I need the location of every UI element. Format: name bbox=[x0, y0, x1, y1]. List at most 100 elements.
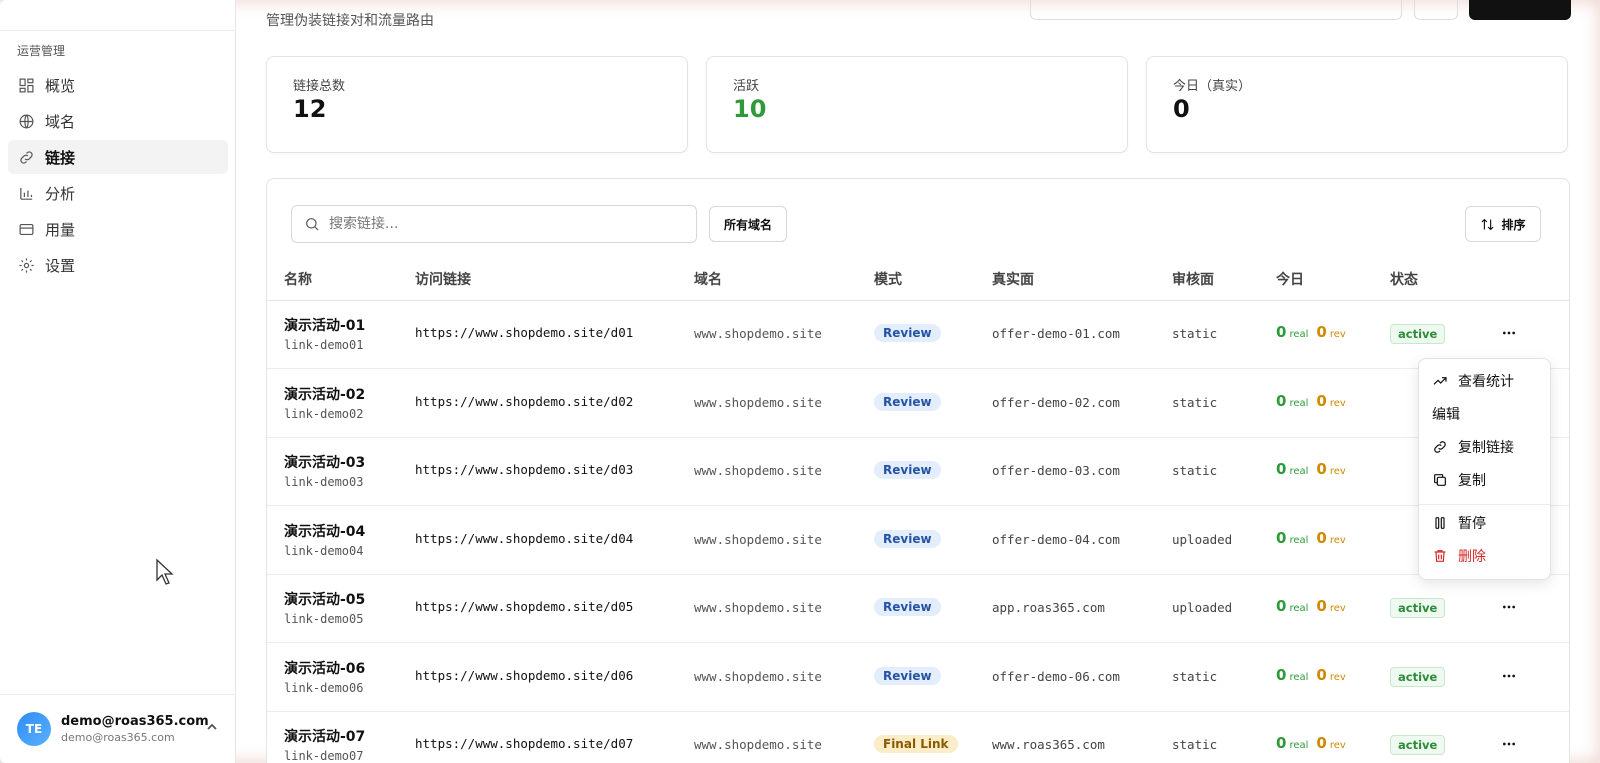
access-url[interactable]: https://www.shopdemo.site/d02 bbox=[415, 394, 633, 409]
real-suffix: real bbox=[1289, 329, 1309, 340]
more-horizontal-icon bbox=[1503, 331, 1515, 335]
access-url[interactable]: https://www.shopdemo.site/d05 bbox=[415, 599, 633, 614]
today-real-count: 0 bbox=[1276, 391, 1287, 410]
review-page: static bbox=[1172, 737, 1218, 752]
header-search-input[interactable] bbox=[1030, 0, 1402, 20]
real-suffix: real bbox=[1289, 603, 1309, 614]
trending-up-icon bbox=[1433, 377, 1447, 385]
stat-value: 10 bbox=[733, 95, 767, 123]
rev-suffix: rev bbox=[1329, 329, 1346, 340]
sidebar-item-links[interactable]: 链接 bbox=[8, 140, 228, 174]
header-primary-button[interactable] bbox=[1469, 0, 1571, 20]
menu-item-edit[interactable]: 编辑 bbox=[1432, 404, 1460, 424]
menu-item-copy-link[interactable]: 复制链接 bbox=[1432, 437, 1514, 457]
real-suffix: real bbox=[1289, 397, 1309, 409]
more-actions-button[interactable] bbox=[1499, 734, 1519, 754]
sidebar-item-domains[interactable]: 域名 bbox=[8, 104, 228, 138]
column-header[interactable]: 审核面 bbox=[1172, 269, 1214, 289]
more-actions-button[interactable] bbox=[1499, 597, 1519, 617]
access-url[interactable]: https://www.shopdemo.site/d07 bbox=[415, 736, 633, 751]
table-row[interactable]: 演示活动-07 link-demo07 https://www.shopdemo.s… bbox=[267, 712, 1569, 763]
user-menu[interactable]: TE demo@roas365.com demo@roas365.com bbox=[0, 694, 236, 763]
menu-item-label: 查看统计 bbox=[1458, 374, 1514, 390]
table-header: 名称 访问链接 域名 模式 真实面 审核面 今日 状态 bbox=[267, 261, 1569, 301]
more-horizontal-icon bbox=[1503, 674, 1515, 677]
sidebar-item-label: 用量 bbox=[45, 220, 76, 239]
real-page: offer-demo-01.com bbox=[992, 326, 1120, 341]
real-page: offer-demo-04.com bbox=[992, 531, 1120, 547]
link-domain: www.shopdemo.site bbox=[694, 463, 822, 478]
mode-badge: Review bbox=[874, 529, 941, 548]
menu-item-label: 暂停 bbox=[1458, 516, 1486, 532]
mouse-cursor-icon bbox=[156, 558, 174, 585]
real-page: www.roas365.com bbox=[992, 737, 1105, 752]
domain-filter-button[interactable]: 所有域名 bbox=[709, 206, 787, 242]
mode-badge: Review bbox=[874, 324, 941, 342]
column-header[interactable]: 访问链接 bbox=[415, 269, 471, 289]
today-counts: 0 real 0 rev bbox=[1276, 597, 1346, 615]
sort-label: 排序 bbox=[1501, 217, 1526, 232]
trash-icon bbox=[1434, 550, 1446, 562]
app-window: 运营管理 概览 域名 链接 分析 用量 设置 TE demo@roas365.c… bbox=[0, 0, 1600, 763]
link-slug: link-demo06 bbox=[284, 680, 364, 695]
real-suffix: real bbox=[1289, 466, 1309, 477]
access-url[interactable]: https://www.shopdemo.site/d06 bbox=[415, 668, 633, 683]
sidebar-item-usage[interactable]: 用量 bbox=[8, 212, 228, 246]
header-icon-button[interactable] bbox=[1414, 0, 1458, 20]
real-page: offer-demo-03.com bbox=[992, 463, 1120, 478]
more-horizontal-icon bbox=[1503, 742, 1515, 746]
table-row[interactable]: 演示活动-05 link-demo05 https://www.shopdemo.s… bbox=[267, 575, 1569, 643]
today-counts: 0 real 0 rev bbox=[1276, 529, 1346, 547]
menu-item-view-stats[interactable]: 查看统计 bbox=[1432, 371, 1514, 391]
sidebar-item-overview[interactable]: 概览 bbox=[8, 68, 228, 102]
link-domain: www.shopdemo.site bbox=[694, 531, 822, 547]
search-input[interactable] bbox=[329, 216, 669, 232]
menu-item-pause[interactable]: 暂停 bbox=[1432, 513, 1486, 533]
dashboard-icon bbox=[19, 78, 34, 92]
menu-item-label: 编辑 bbox=[1432, 407, 1460, 423]
table-row[interactable]: 演示活动-04 link-demo04 https://www.shopdemo.s… bbox=[267, 507, 1569, 575]
mode-badge: Final Link bbox=[874, 735, 958, 753]
table-row[interactable]: 演示活动-02 link-demo02 https://www.shopdemo.s… bbox=[267, 370, 1569, 438]
sidebar-item-analytics[interactable]: 分析 bbox=[8, 176, 228, 210]
more-actions-button[interactable] bbox=[1499, 323, 1519, 343]
access-url[interactable]: https://www.shopdemo.site/d01 bbox=[415, 325, 633, 340]
link-name: 演示活动-05 bbox=[284, 592, 366, 608]
menu-item-label: 删除 bbox=[1458, 549, 1486, 565]
today-rev-count: 0 bbox=[1316, 391, 1327, 410]
link-domain: www.shopdemo.site bbox=[694, 600, 822, 615]
mode-badge: Review bbox=[874, 461, 941, 479]
divider bbox=[0, 30, 236, 31]
table-row[interactable]: 演示活动-03 link-demo03 https://www.shopdemo.s… bbox=[267, 438, 1569, 506]
gear-icon bbox=[19, 257, 34, 273]
access-url[interactable]: https://www.shopdemo.site/d03 bbox=[415, 462, 633, 477]
link-slug: link-demo02 bbox=[284, 406, 364, 421]
column-header[interactable]: 模式 bbox=[874, 269, 902, 289]
column-header[interactable]: 域名 bbox=[694, 269, 722, 289]
sort-button[interactable]: 排序 bbox=[1465, 206, 1541, 242]
more-actions-button[interactable] bbox=[1499, 666, 1519, 686]
sidebar-item-settings[interactable]: 设置 bbox=[8, 248, 228, 282]
access-url[interactable]: https://www.shopdemo.site/d04 bbox=[415, 531, 633, 546]
column-header[interactable]: 真实面 bbox=[992, 269, 1034, 289]
status-badge: active bbox=[1390, 735, 1446, 755]
stat-card-active: 活跃 10 bbox=[706, 56, 1128, 153]
sidebar-item-label: 链接 bbox=[45, 148, 76, 167]
table-row[interactable]: 演示活动-06 link-demo06 https://www.shopdemo.s… bbox=[267, 644, 1569, 712]
link-search-box[interactable] bbox=[291, 205, 697, 243]
link-slug: link-demo07 bbox=[284, 749, 364, 763]
column-header[interactable]: 名称 bbox=[284, 269, 312, 289]
menu-item-duplicate[interactable]: 复制 bbox=[1432, 470, 1486, 490]
link-slug: link-demo03 bbox=[284, 475, 364, 489]
menu-item-delete[interactable]: 删除 bbox=[1432, 546, 1486, 566]
more-horizontal-icon bbox=[1503, 605, 1515, 609]
today-real-count: 0 bbox=[1276, 323, 1287, 341]
review-page: static bbox=[1172, 394, 1218, 410]
chevron-up-icon[interactable] bbox=[206, 721, 218, 733]
column-header[interactable]: 今日 bbox=[1276, 269, 1304, 289]
table-row[interactable]: 演示活动-01 link-demo01 https://www.shopdemo.s… bbox=[267, 301, 1569, 369]
column-header[interactable]: 状态 bbox=[1390, 269, 1418, 289]
review-page: static bbox=[1172, 326, 1218, 341]
today-counts: 0 real 0 rev bbox=[1276, 392, 1346, 410]
link-name: 演示活动-07 bbox=[284, 729, 366, 745]
